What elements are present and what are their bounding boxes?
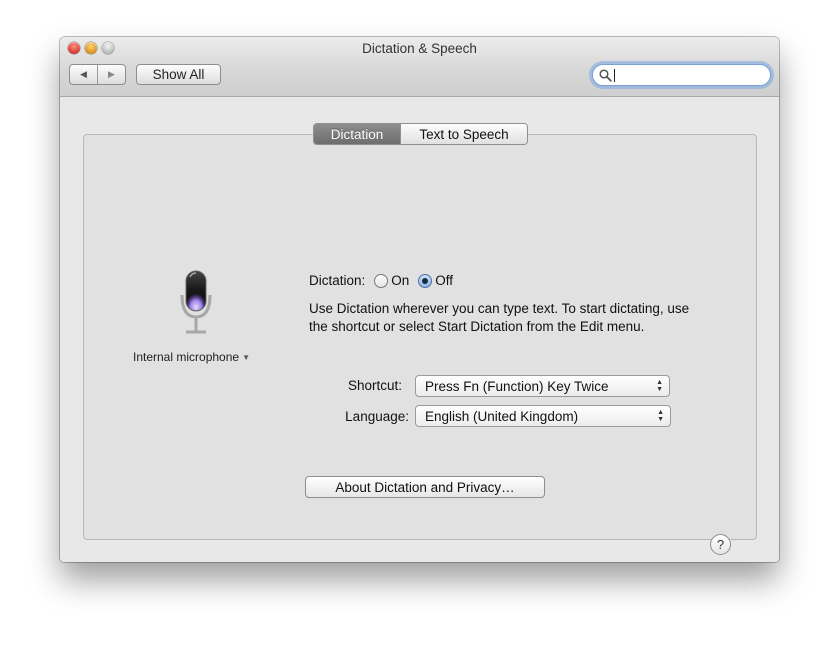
language-value: English (United Kingdom) <box>425 408 579 424</box>
dictation-label: Dictation: <box>309 273 366 288</box>
tab-text-to-speech[interactable]: Text to Speech <box>400 124 527 144</box>
microphone-icon <box>180 270 212 334</box>
back-icon: ◀ <box>80 69 87 79</box>
title-bar: Dictation & Speech ◀ ▶ Show All <box>60 37 779 97</box>
about-dictation-privacy-button[interactable]: About Dictation and Privacy… <box>305 476 545 498</box>
dictation-off-label[interactable]: Off <box>435 273 453 288</box>
chevron-down-icon: ▼ <box>242 352 250 362</box>
microphone-selector[interactable]: Internal microphone ▼ <box>133 350 250 364</box>
language-label: Language: <box>345 409 409 424</box>
shortcut-value: Press Fn (Function) Key Twice <box>425 378 609 394</box>
tab-dictation[interactable]: Dictation <box>314 124 400 144</box>
dictation-toggle-row: Dictation: On Off <box>309 273 453 288</box>
dictation-on-radio[interactable] <box>374 273 389 288</box>
dictation-on-label[interactable]: On <box>391 273 409 288</box>
pane-content: Dictation Text to Speech Internal microp… <box>60 97 779 562</box>
radio-selected-dot <box>422 277 429 284</box>
text-caret <box>614 68 615 82</box>
preferences-window: Dictation & Speech ◀ ▶ Show All Dictatio… <box>60 37 779 562</box>
search-icon <box>599 68 612 82</box>
shortcut-label: Shortcut: <box>347 378 402 393</box>
show-all-button[interactable]: Show All <box>136 64 221 85</box>
forward-icon: ▶ <box>108 69 115 79</box>
dictation-off-radio[interactable] <box>418 273 433 288</box>
window-title: Dictation & Speech <box>362 41 477 56</box>
back-button[interactable]: ◀ <box>70 65 97 84</box>
shortcut-popup[interactable]: Press Fn (Function) Key Twice ▲ ▼ <box>415 375 670 397</box>
dictation-description: Use Dictation wherever you can type text… <box>309 301 690 334</box>
language-popup[interactable]: English (United Kingdom) ▲ ▼ <box>415 405 671 427</box>
popup-arrows-icon: ▲ ▼ <box>657 409 664 423</box>
back-forward-control: ◀ ▶ <box>69 64 126 85</box>
forward-button[interactable]: ▶ <box>97 65 125 84</box>
microphone-selected-label: Internal microphone <box>133 350 240 364</box>
tab-bar: Dictation Text to Speech <box>313 123 528 145</box>
help-button[interactable]: ? <box>710 534 731 555</box>
search-field[interactable] <box>592 64 771 86</box>
popup-arrows-icon: ▲ ▼ <box>656 379 663 393</box>
